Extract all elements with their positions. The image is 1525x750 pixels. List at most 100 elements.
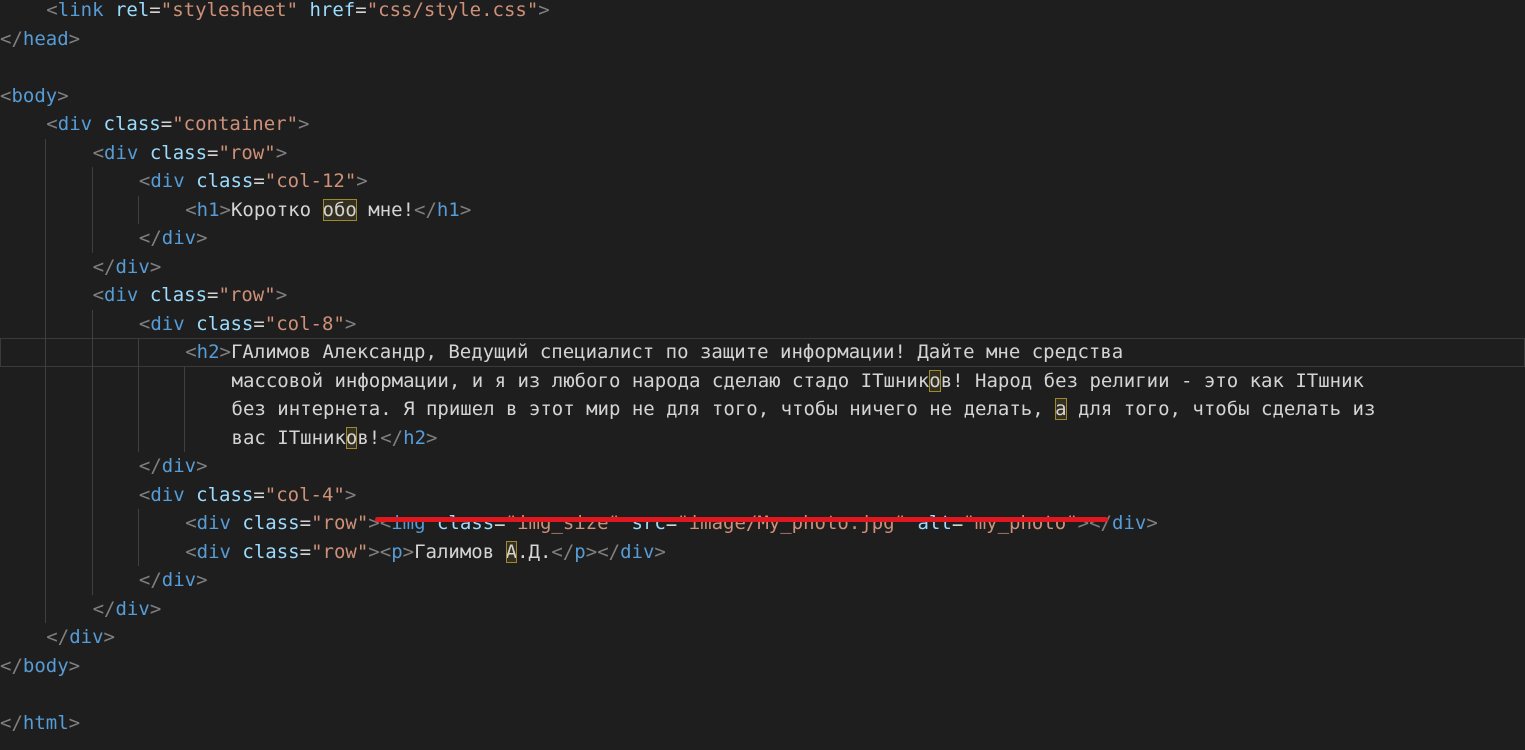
indent-guide [137,338,139,452]
indent-guide [91,309,93,595]
code-token-bracket: < [138,312,151,335]
code-token-tag: div [161,227,197,249]
code-token-str: "img_size" [505,512,621,534]
code-token-bracket: < [185,341,197,363]
code-token-tag: div [150,170,185,192]
code-line[interactable]: <div class="container"> [0,110,1525,139]
code-token-tag: div [150,483,185,506]
code-token-bracket: < [379,540,392,563]
code-token-bracket: < [46,113,58,135]
code-token-bracket: < [185,540,197,563]
code-line[interactable]: </body> [0,652,1525,681]
code-token-bracket: < [138,170,151,192]
code-token-bracket: > [68,711,81,734]
code-line[interactable]: <div class="row"> [0,139,1525,168]
code-token-text: Коротко [230,198,323,221]
code-token-bracket: </ [92,255,116,278]
code-token-bracket: > [196,455,208,477]
code-token-attr: class [196,483,254,506]
code-token-text: массовой информации, и я из любого народ… [231,369,930,392]
code-lines[interactable]: <link rel="stylesheet" href="css/style.c… [0,0,1525,737]
code-line[interactable]: </div> [0,595,1525,624]
code-token-attr: class [242,540,300,563]
code-token-bracket: > [459,198,472,221]
code-token-bracket: > [426,426,438,449]
code-line[interactable]: <div class="col-12"> [0,167,1525,196]
code-line[interactable]: <div class="row"><img class="img_size" s… [0,509,1525,538]
code-token-bracket: > [149,255,162,278]
code-token-bracket: > [368,512,380,534]
code-token-bracket: > [196,227,208,249]
highlighted-token: обо [322,198,357,221]
code-token-tag: div [115,597,150,620]
code-token-bracket: > [219,198,231,221]
code-line[interactable]: <h1>Коротко обо мне!</h1> [0,196,1525,225]
code-line[interactable]: <div class="row"> [0,281,1525,310]
code-token-tag: div [196,540,231,563]
code-token-bracket: < [185,198,197,221]
code-token-bracket: > [275,284,288,306]
code-line[interactable]: </div> [0,623,1525,652]
code-line[interactable]: </div> [0,224,1525,253]
code-token-attr: href [309,0,356,21]
code-line[interactable]: без интернета. Я пришел в этот мир не дл… [0,395,1525,424]
code-token-eq: = [494,512,506,534]
code-token-bracket: > [57,84,69,107]
code-token-tag: p [574,540,586,563]
code-token-tag: div [1112,512,1147,534]
code-token-tag: div [150,312,185,335]
code-line[interactable]: </html> [0,709,1525,738]
code-line[interactable] [0,680,1525,709]
code-token-bracket: </ [414,198,437,221]
code-token-bracket: < [92,141,105,164]
code-line[interactable]: </head> [0,25,1525,54]
code-token-str: "row" [311,512,369,534]
code-token-tag: link [57,0,104,21]
code-token-tag: p [391,540,403,563]
code-token-tag: h1 [196,198,220,221]
indent-guide [137,195,139,224]
code-token-eq: = [207,141,219,164]
code-token-str: "stylesheet" [160,0,299,21]
code-line[interactable]: <div class="col-8"> [0,310,1525,339]
code-token-bracket: < [92,284,105,306]
code-token-eq: = [355,0,367,21]
code-line[interactable]: </div> [0,253,1525,282]
code-line[interactable]: массовой информации, и я из любого народ… [0,367,1525,396]
code-token-attr: class [103,113,161,135]
code-line[interactable]: <div class="row"><p>Галимов А.Д.</p></di… [0,538,1525,567]
code-token-bracket: </ [380,426,404,449]
code-line[interactable]: вас ITшников!</h2> [0,424,1525,453]
code-token-tag: div [104,141,139,164]
code-token-str: "col-8" [264,312,345,335]
code-token-text: вас ITшник [231,426,346,449]
code-line[interactable]: <h2>ГАлимов Александр, Ведущий специалис… [0,338,1525,367]
code-token-text: ГАлимов Александр, Ведущий специалист по… [230,341,1124,363]
code-token-bracket: > [1146,512,1158,534]
code-token-text: для того, чтобы сделать из [1066,398,1376,420]
code-editor[interactable]: <link rel="stylesheet" href="css/style.c… [0,0,1525,750]
code-line[interactable]: </div> [0,452,1525,481]
code-token-bracket: > [402,540,415,563]
code-line[interactable]: </div> [0,566,1525,595]
code-token-bracket: > [344,483,357,506]
code-token-bracket: </ [597,540,621,563]
code-line[interactable] [0,53,1525,82]
code-line[interactable]: <div class="col-4"> [0,481,1525,510]
code-token-bracket: </ [0,654,23,677]
code-token-tag: div [196,512,231,534]
code-token-eq: = [665,512,678,534]
code-token-bracket: < [46,0,58,21]
code-token-eq: = [207,284,219,306]
code-token-bracket: < [379,512,392,534]
code-line[interactable]: <body> [0,82,1525,111]
code-line[interactable]: <link rel="stylesheet" href="css/style.c… [0,0,1525,25]
code-token-attr: class [242,512,300,534]
code-token-bracket: < [185,512,197,534]
code-token-bracket: </ [92,597,116,620]
code-token-tag: html [22,711,69,734]
code-token-attr: alt [917,512,952,534]
code-token-text: .Д. [517,540,552,563]
